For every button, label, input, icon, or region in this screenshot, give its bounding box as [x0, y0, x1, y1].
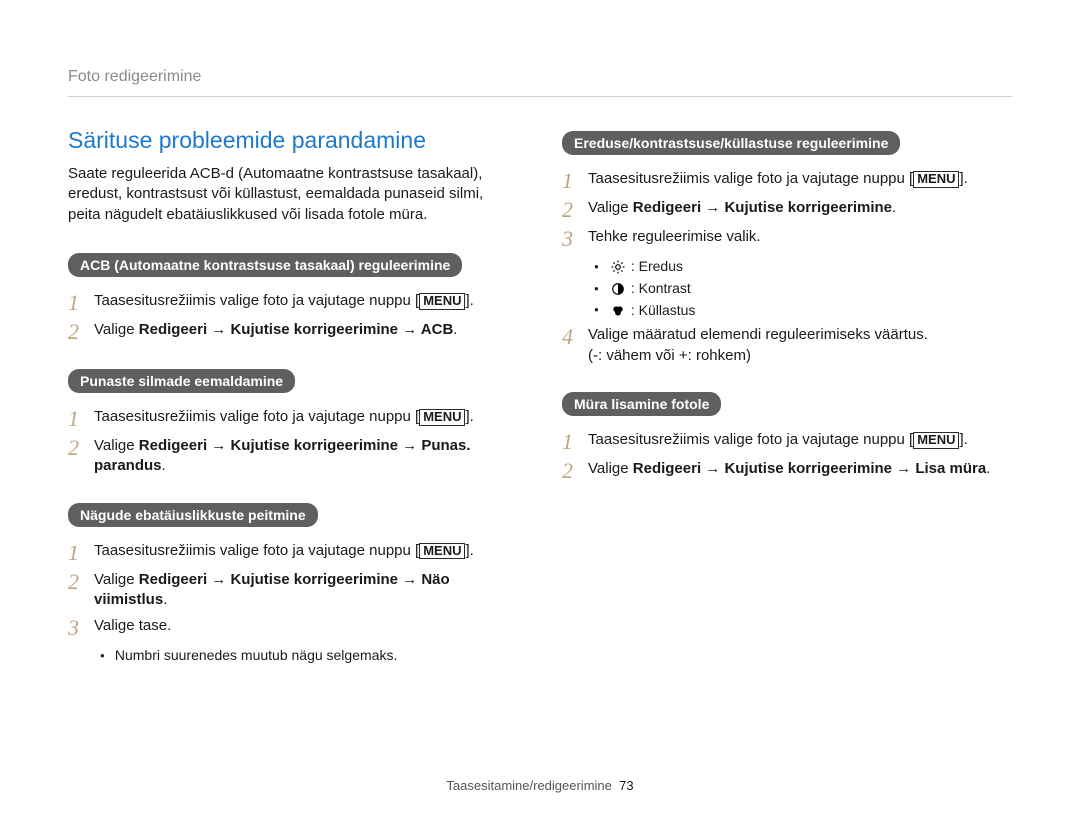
intro-text: Saate reguleerida ACB-d (Automaatne kont… — [68, 164, 518, 225]
step-number: 2 — [68, 436, 94, 459]
step-text: . — [162, 457, 166, 474]
step-text: Taasesitusrežiimis valige foto ja vajuta… — [588, 431, 913, 448]
step-number: 3 — [68, 616, 94, 639]
step-text: Valige — [94, 321, 139, 338]
menu-key: MENU — [913, 171, 959, 188]
step-number: 2 — [562, 459, 588, 482]
faces-step-1: 1 Taasesitusrežiimis valige foto ja vaju… — [68, 541, 518, 564]
menu-key: MENU — [913, 432, 959, 449]
bcs-step-2: 2 Valige Redigeeri → Kujutise korrigeeri… — [562, 198, 1012, 221]
step-text: Valige määratud elemendi reguleerimiseks… — [588, 326, 928, 343]
step-text: Valige — [94, 571, 139, 588]
redeye-step-1: 1 Taasesitusrežiimis valige foto ja vaju… — [68, 407, 518, 430]
page-title: Särituse probleemide parandamine — [68, 127, 518, 154]
step-number: 4 — [562, 325, 588, 348]
section-label-bcs: Ereduse/kontrastsuse/küllastuse reguleer… — [562, 131, 900, 155]
step-strong: Redigeeri → Kujutise korrigeerimine → Nä… — [94, 571, 450, 608]
step-strong: Redigeeri → Kujutise korrigeerimine — [633, 199, 892, 216]
bcs-step-3: 3 Tehke reguleerimise valik. — [562, 227, 1012, 250]
acb-step-2: 2 Valige Redigeeri → Kujutise korrigeeri… — [68, 320, 518, 343]
noise-step-2: 2 Valige Redigeeri → Kujutise korrigeeri… — [562, 459, 1012, 482]
page-number: 73 — [619, 778, 633, 793]
content-columns: Särituse probleemide parandamine Saate r… — [68, 127, 1012, 671]
bcs-step-4: 4 Valige määratud elemendi reguleerimise… — [562, 325, 1012, 366]
step-number: 1 — [562, 169, 588, 192]
step-text: Taasesitusrežiimis valige foto ja vajuta… — [94, 408, 419, 425]
step-text: ]. — [959, 431, 967, 448]
saturation-icon — [609, 304, 627, 318]
manual-page: Foto redigeerimine Särituse probleemide … — [0, 0, 1080, 815]
bullet-text: Numbri suurenedes muutub nägu selgemaks. — [115, 645, 398, 667]
step-text: . — [892, 199, 896, 216]
step-text: Valige tase. — [94, 616, 518, 636]
noise-step-1: 1 Taasesitusrežiimis valige foto ja vaju… — [562, 430, 1012, 453]
step-strong: Redigeeri → Kujutise korrigeerimine → AC… — [139, 321, 454, 338]
contrast-icon — [609, 282, 627, 296]
page-footer: Taasesitamine/redigeerimine 73 — [0, 778, 1080, 793]
step-text: ]. — [465, 292, 473, 309]
step-number: 2 — [68, 570, 94, 593]
step-text: . — [163, 591, 167, 608]
step-number: 2 — [562, 198, 588, 221]
menu-key: MENU — [419, 409, 465, 426]
step-number: 1 — [562, 430, 588, 453]
step-text: Valige — [588, 199, 633, 216]
option-text: : Eredus — [631, 256, 683, 278]
section-label-redeye: Punaste silmade eemaldamine — [68, 369, 295, 393]
acb-step-1: 1 Taasesitusrežiimis valige foto ja vaju… — [68, 291, 518, 314]
faces-step-2: 2 Valige Redigeeri → Kujutise korrigeeri… — [68, 570, 518, 611]
faces-step-3-note: Numbri suurenedes muutub nägu selgemaks. — [100, 645, 518, 667]
section-label-acb: ACB (Automaatne kontrastsuse tasakaal) r… — [68, 253, 462, 277]
step-text: Valige — [588, 460, 633, 477]
section-label-noise: Müra lisamine fotole — [562, 392, 721, 416]
step-text: ]. — [959, 170, 967, 187]
step-text: ]. — [465, 542, 473, 559]
menu-key: MENU — [419, 293, 465, 310]
step-number: 1 — [68, 541, 94, 564]
step-strong: Redigeeri → Kujutise korrigeerimine → Li… — [633, 460, 986, 477]
step-text: (-: vähem või +: rohkem) — [588, 347, 751, 364]
section-label-faces: Nägude ebatäiuslikkuste peitmine — [68, 503, 318, 527]
step-number: 2 — [68, 320, 94, 343]
breadcrumb: Foto redigeerimine — [68, 68, 1012, 97]
step-number: 3 — [562, 227, 588, 250]
step-text: Taasesitusrežiimis valige foto ja vajuta… — [588, 170, 913, 187]
step-text: Valige — [94, 437, 139, 454]
step-text: Tehke reguleerimise valik. — [588, 227, 1012, 247]
step-strong: Redigeeri → Kujutise korrigeerimine → Pu… — [94, 437, 471, 474]
redeye-step-2: 2 Valige Redigeeri → Kujutise korrigeeri… — [68, 436, 518, 477]
column-left: Särituse probleemide parandamine Saate r… — [68, 127, 518, 671]
brightness-icon — [609, 260, 627, 274]
faces-step-3: 3 Valige tase. — [68, 616, 518, 639]
menu-key: MENU — [419, 543, 465, 560]
option-text: : Küllastus — [631, 300, 696, 322]
column-right: Ereduse/kontrastsuse/küllastuse reguleer… — [562, 127, 1012, 671]
step-text: Taasesitusrežiimis valige foto ja vajuta… — [94, 292, 419, 309]
step-text: Taasesitusrežiimis valige foto ja vajuta… — [94, 542, 419, 559]
bcs-options: : Eredus : Kontrast : Küllastus — [594, 256, 1012, 321]
step-number: 1 — [68, 291, 94, 314]
step-text: ]. — [465, 408, 473, 425]
step-text: . — [453, 321, 457, 338]
bcs-step-1: 1 Taasesitusrežiimis valige foto ja vaju… — [562, 169, 1012, 192]
step-text: . — [986, 460, 990, 477]
footer-text: Taasesitamine/redigeerimine — [446, 778, 611, 793]
option-text: : Kontrast — [631, 278, 691, 300]
step-number: 1 — [68, 407, 94, 430]
